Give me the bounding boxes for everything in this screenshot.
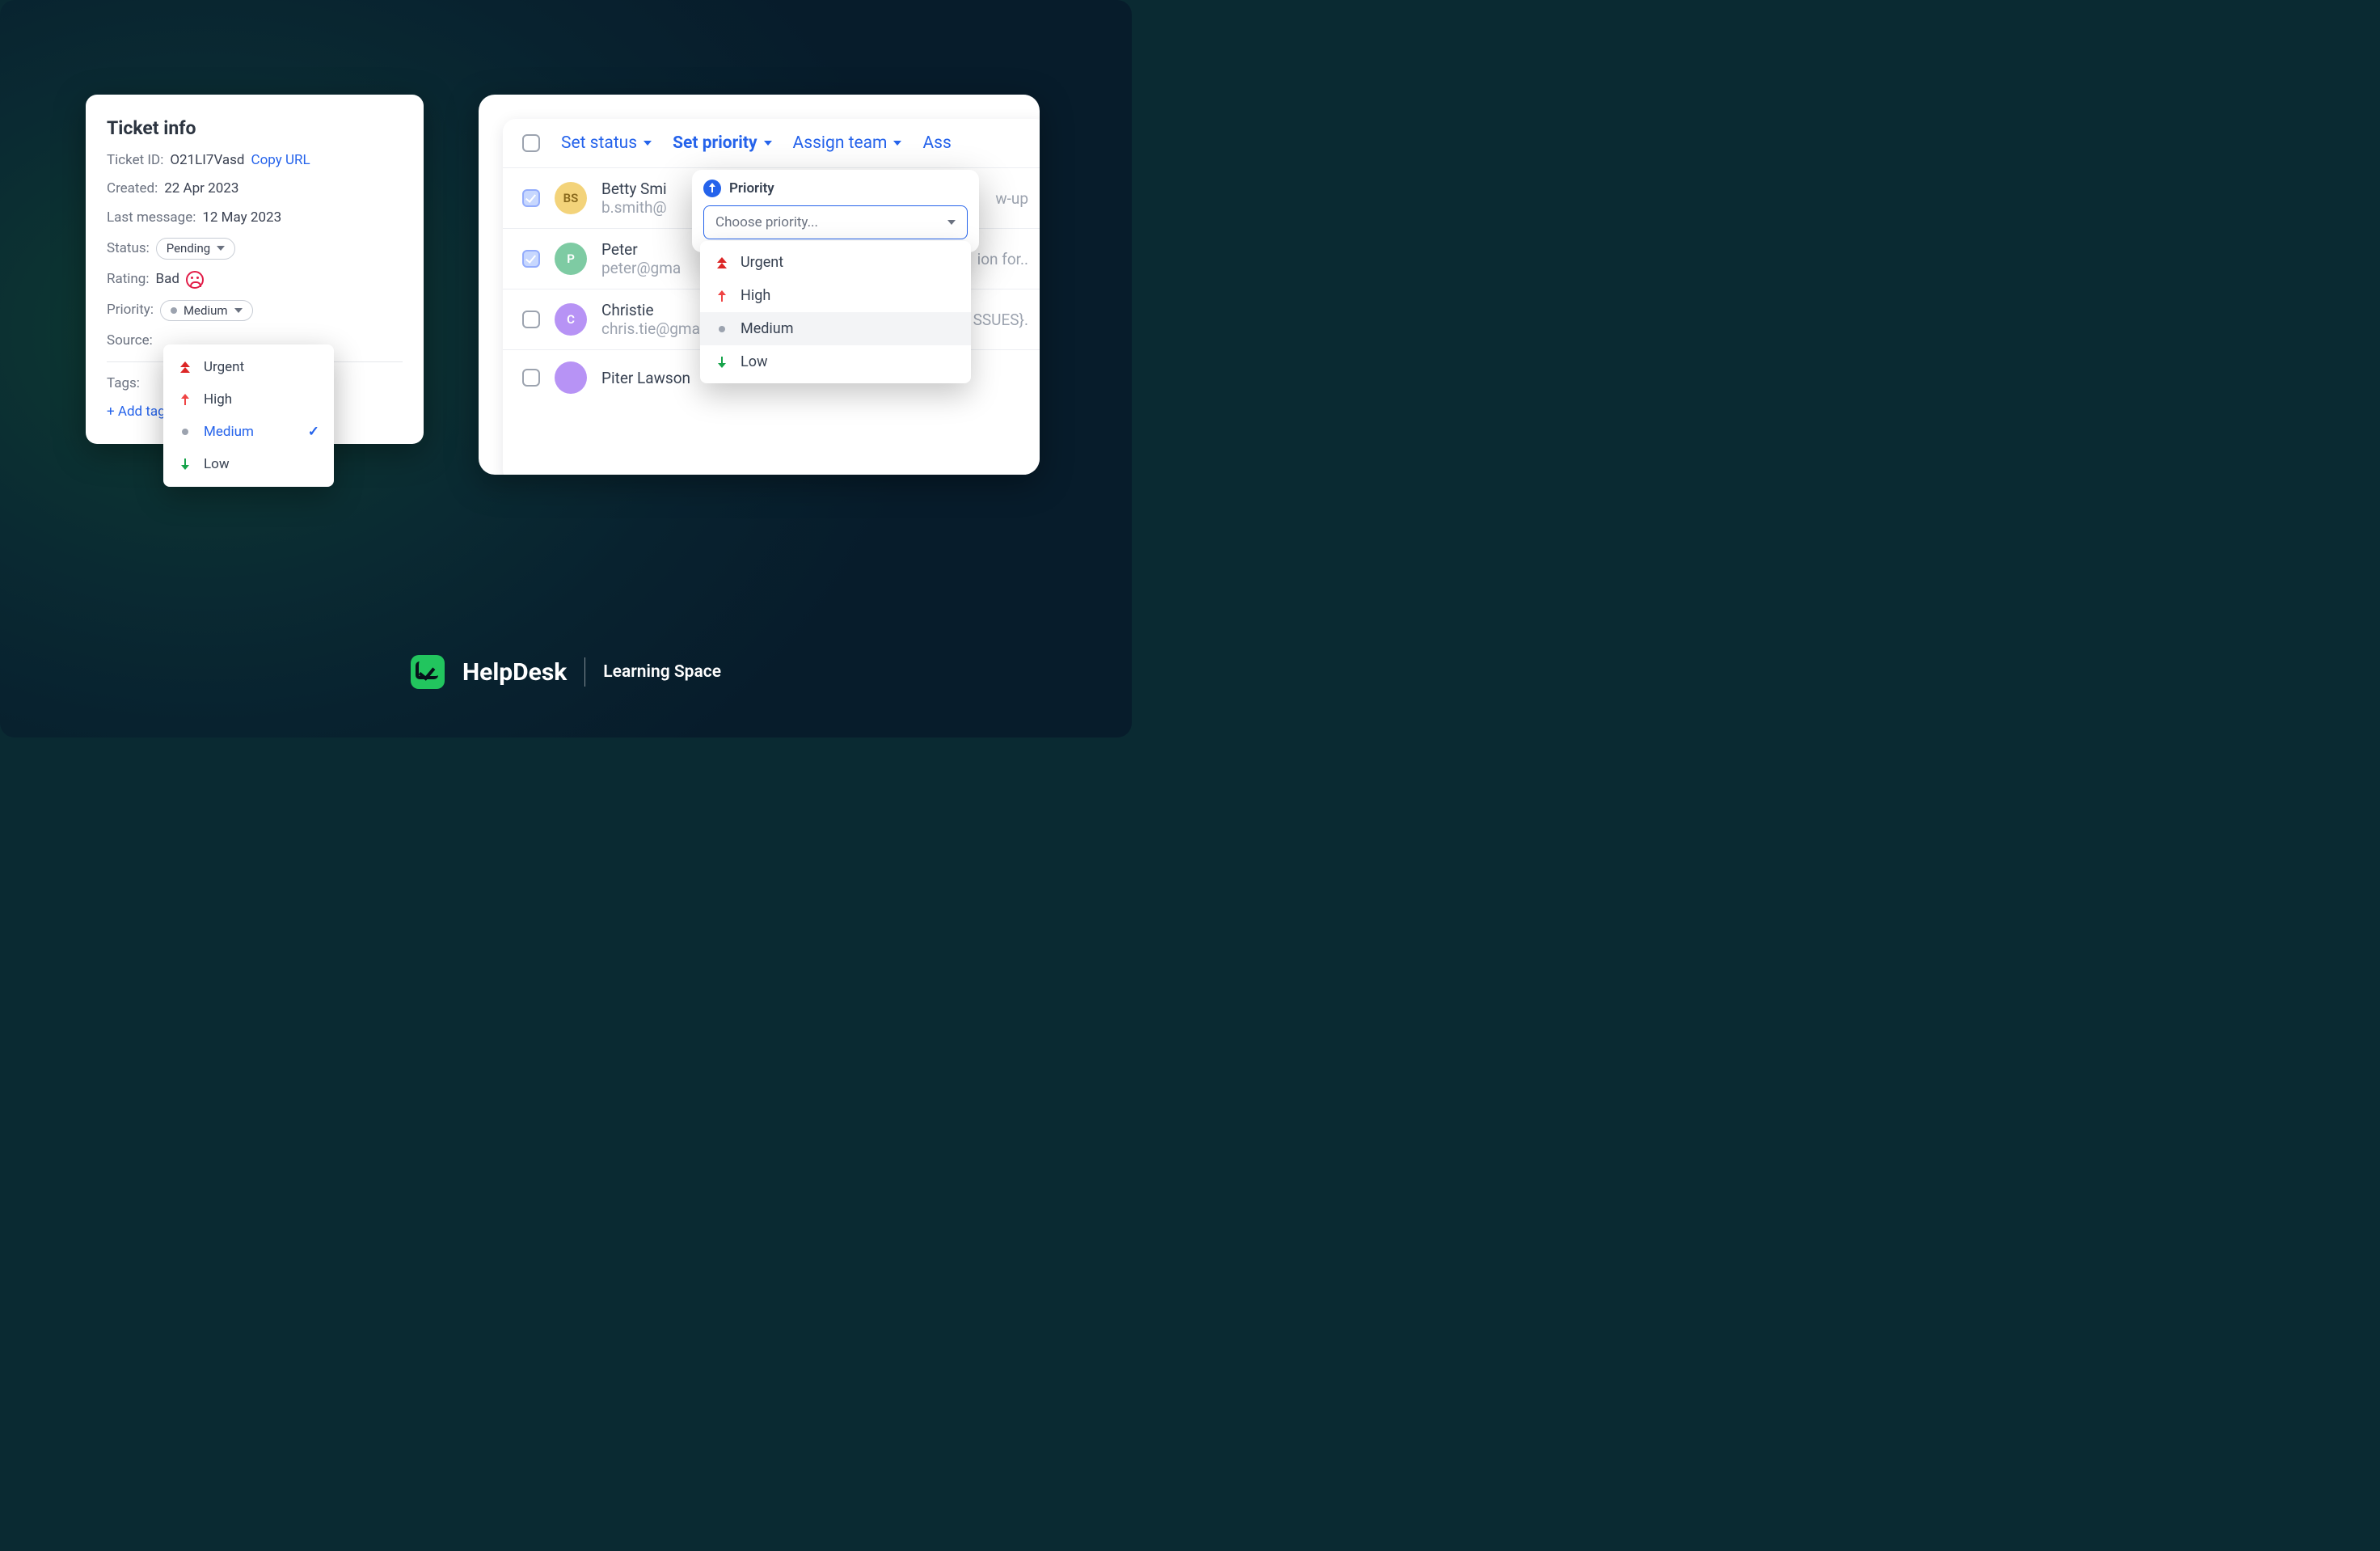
row-rest-text: SSUES}. [973, 311, 1028, 329]
set-priority-button[interactable]: Set priority [673, 133, 771, 153]
row-checkbox[interactable] [522, 311, 540, 328]
select-all-checkbox[interactable] [522, 134, 540, 152]
status-row: Status: Pending [107, 238, 403, 260]
helpdesk-logo-icon [411, 655, 445, 689]
status-value: Pending [167, 241, 210, 256]
check-icon: ✓ [308, 424, 319, 440]
brand-name: HelpDesk [462, 658, 567, 687]
created-row: Created: 22 Apr 2023 [107, 180, 403, 197]
priority-option-high[interactable]: High [700, 279, 971, 312]
label: Status: [107, 240, 150, 257]
brand-subtitle: Learning Space [603, 662, 721, 682]
avatar: BS [555, 182, 587, 214]
person-name: Peter [601, 240, 681, 259]
chevron-down-icon [217, 246, 225, 251]
label: Created: [107, 180, 158, 197]
label: Last message: [107, 209, 196, 226]
assign-team-button[interactable]: Assign team [793, 133, 902, 153]
sad-face-icon [186, 271, 204, 289]
priority-chip[interactable]: Medium [160, 300, 253, 322]
option-label: Low [741, 353, 768, 370]
stage: Ticket info Ticket ID: O21LI7Vasd Copy U… [0, 0, 1132, 737]
person-email: b.smith@ [601, 198, 667, 217]
label: Ticket ID: [107, 152, 163, 169]
priority-option-high[interactable]: High [163, 383, 334, 416]
row-rest-text: w-up [995, 189, 1028, 208]
medium-icon [715, 326, 729, 332]
last-message-row: Last message: 12 May 2023 [107, 209, 403, 226]
chevron-down-icon [234, 308, 243, 313]
last-message-value: 12 May 2023 [202, 209, 281, 226]
assign-more-button[interactable]: Ass [922, 133, 951, 153]
bulk-toolbar: Set status Set priority Assign team Ass [503, 119, 1040, 167]
priority-popover-dropdown: Urgent High Medium Low [700, 241, 971, 383]
person-name: Betty Smi [601, 180, 667, 198]
ticket-id-value: O21LI7Vasd [170, 152, 244, 169]
popover-title: Priority [729, 180, 774, 197]
person-block: Peterpeter@gma [601, 240, 681, 277]
chevron-down-icon [947, 220, 956, 225]
option-label: Medium [741, 320, 794, 337]
priority-option-low[interactable]: Low [163, 448, 334, 480]
chevron-down-icon [644, 141, 652, 146]
row-checkbox[interactable] [522, 369, 540, 387]
created-value: 22 Apr 2023 [164, 180, 238, 197]
avatar: C [555, 303, 587, 336]
avatar: P [555, 243, 587, 275]
set-status-button[interactable]: Set status [561, 133, 652, 153]
label: Source: [107, 332, 153, 349]
priority-popover: Priority Choose priority... UrgentHighMe… [692, 170, 979, 252]
ticket-id-row: Ticket ID: O21LI7Vasd Copy URL [107, 152, 403, 169]
option-label: Urgent [741, 254, 783, 271]
option-label: Low [204, 456, 230, 472]
priority-option-low[interactable]: Low [700, 345, 971, 378]
popover-header: Priority [703, 180, 968, 197]
high-icon [178, 394, 192, 405]
low-icon [178, 459, 192, 470]
priority-option-urgent[interactable]: Urgent [700, 246, 971, 279]
priority-row: Priority: Medium [107, 300, 403, 322]
person-email: peter@gma [601, 259, 681, 277]
chevron-down-icon [764, 141, 772, 146]
arrow-up-circle-icon [703, 180, 721, 197]
priority-value: Medium [184, 303, 228, 319]
divider [584, 657, 585, 687]
chevron-down-icon [893, 141, 901, 146]
priority-dropdown: Urgent High Medium ✓ Low [163, 344, 334, 487]
person-block: Piter Lawson [601, 369, 690, 387]
person-name: Piter Lawson [601, 369, 690, 387]
urgent-icon [178, 361, 192, 373]
label: Tags: [107, 375, 140, 392]
priority-option-urgent[interactable]: Urgent [163, 351, 334, 383]
row-checkbox[interactable] [522, 189, 540, 207]
avatar [555, 361, 587, 394]
option-label: Urgent [204, 359, 244, 375]
option-label: High [204, 391, 232, 408]
label: Rating: [107, 271, 149, 288]
priority-option-medium[interactable]: Medium ✓ [163, 416, 334, 448]
label: Priority: [107, 302, 154, 319]
option-label: Medium [204, 424, 254, 440]
priority-option-medium[interactable]: Medium [700, 312, 971, 345]
urgent-icon [715, 257, 729, 268]
low-icon [715, 357, 729, 368]
rating-value: Bad [155, 271, 179, 288]
status-chip[interactable]: Pending [156, 238, 235, 260]
high-icon [715, 290, 729, 302]
panel-title: Ticket info [107, 117, 403, 139]
select-placeholder: Choose priority... [715, 214, 818, 230]
copy-url-link[interactable]: Copy URL [251, 152, 310, 169]
rating-row: Rating: Bad [107, 271, 403, 289]
row-checkbox[interactable] [522, 250, 540, 268]
footer-brand: HelpDesk Learning Space [0, 655, 1132, 689]
medium-icon [178, 429, 192, 435]
dot-icon [171, 307, 177, 314]
priority-select[interactable]: Choose priority... [703, 205, 968, 239]
person-block: Betty Smib.smith@ [601, 180, 667, 217]
row-rest-text: ion for.. [977, 250, 1028, 268]
option-label: High [741, 287, 770, 304]
